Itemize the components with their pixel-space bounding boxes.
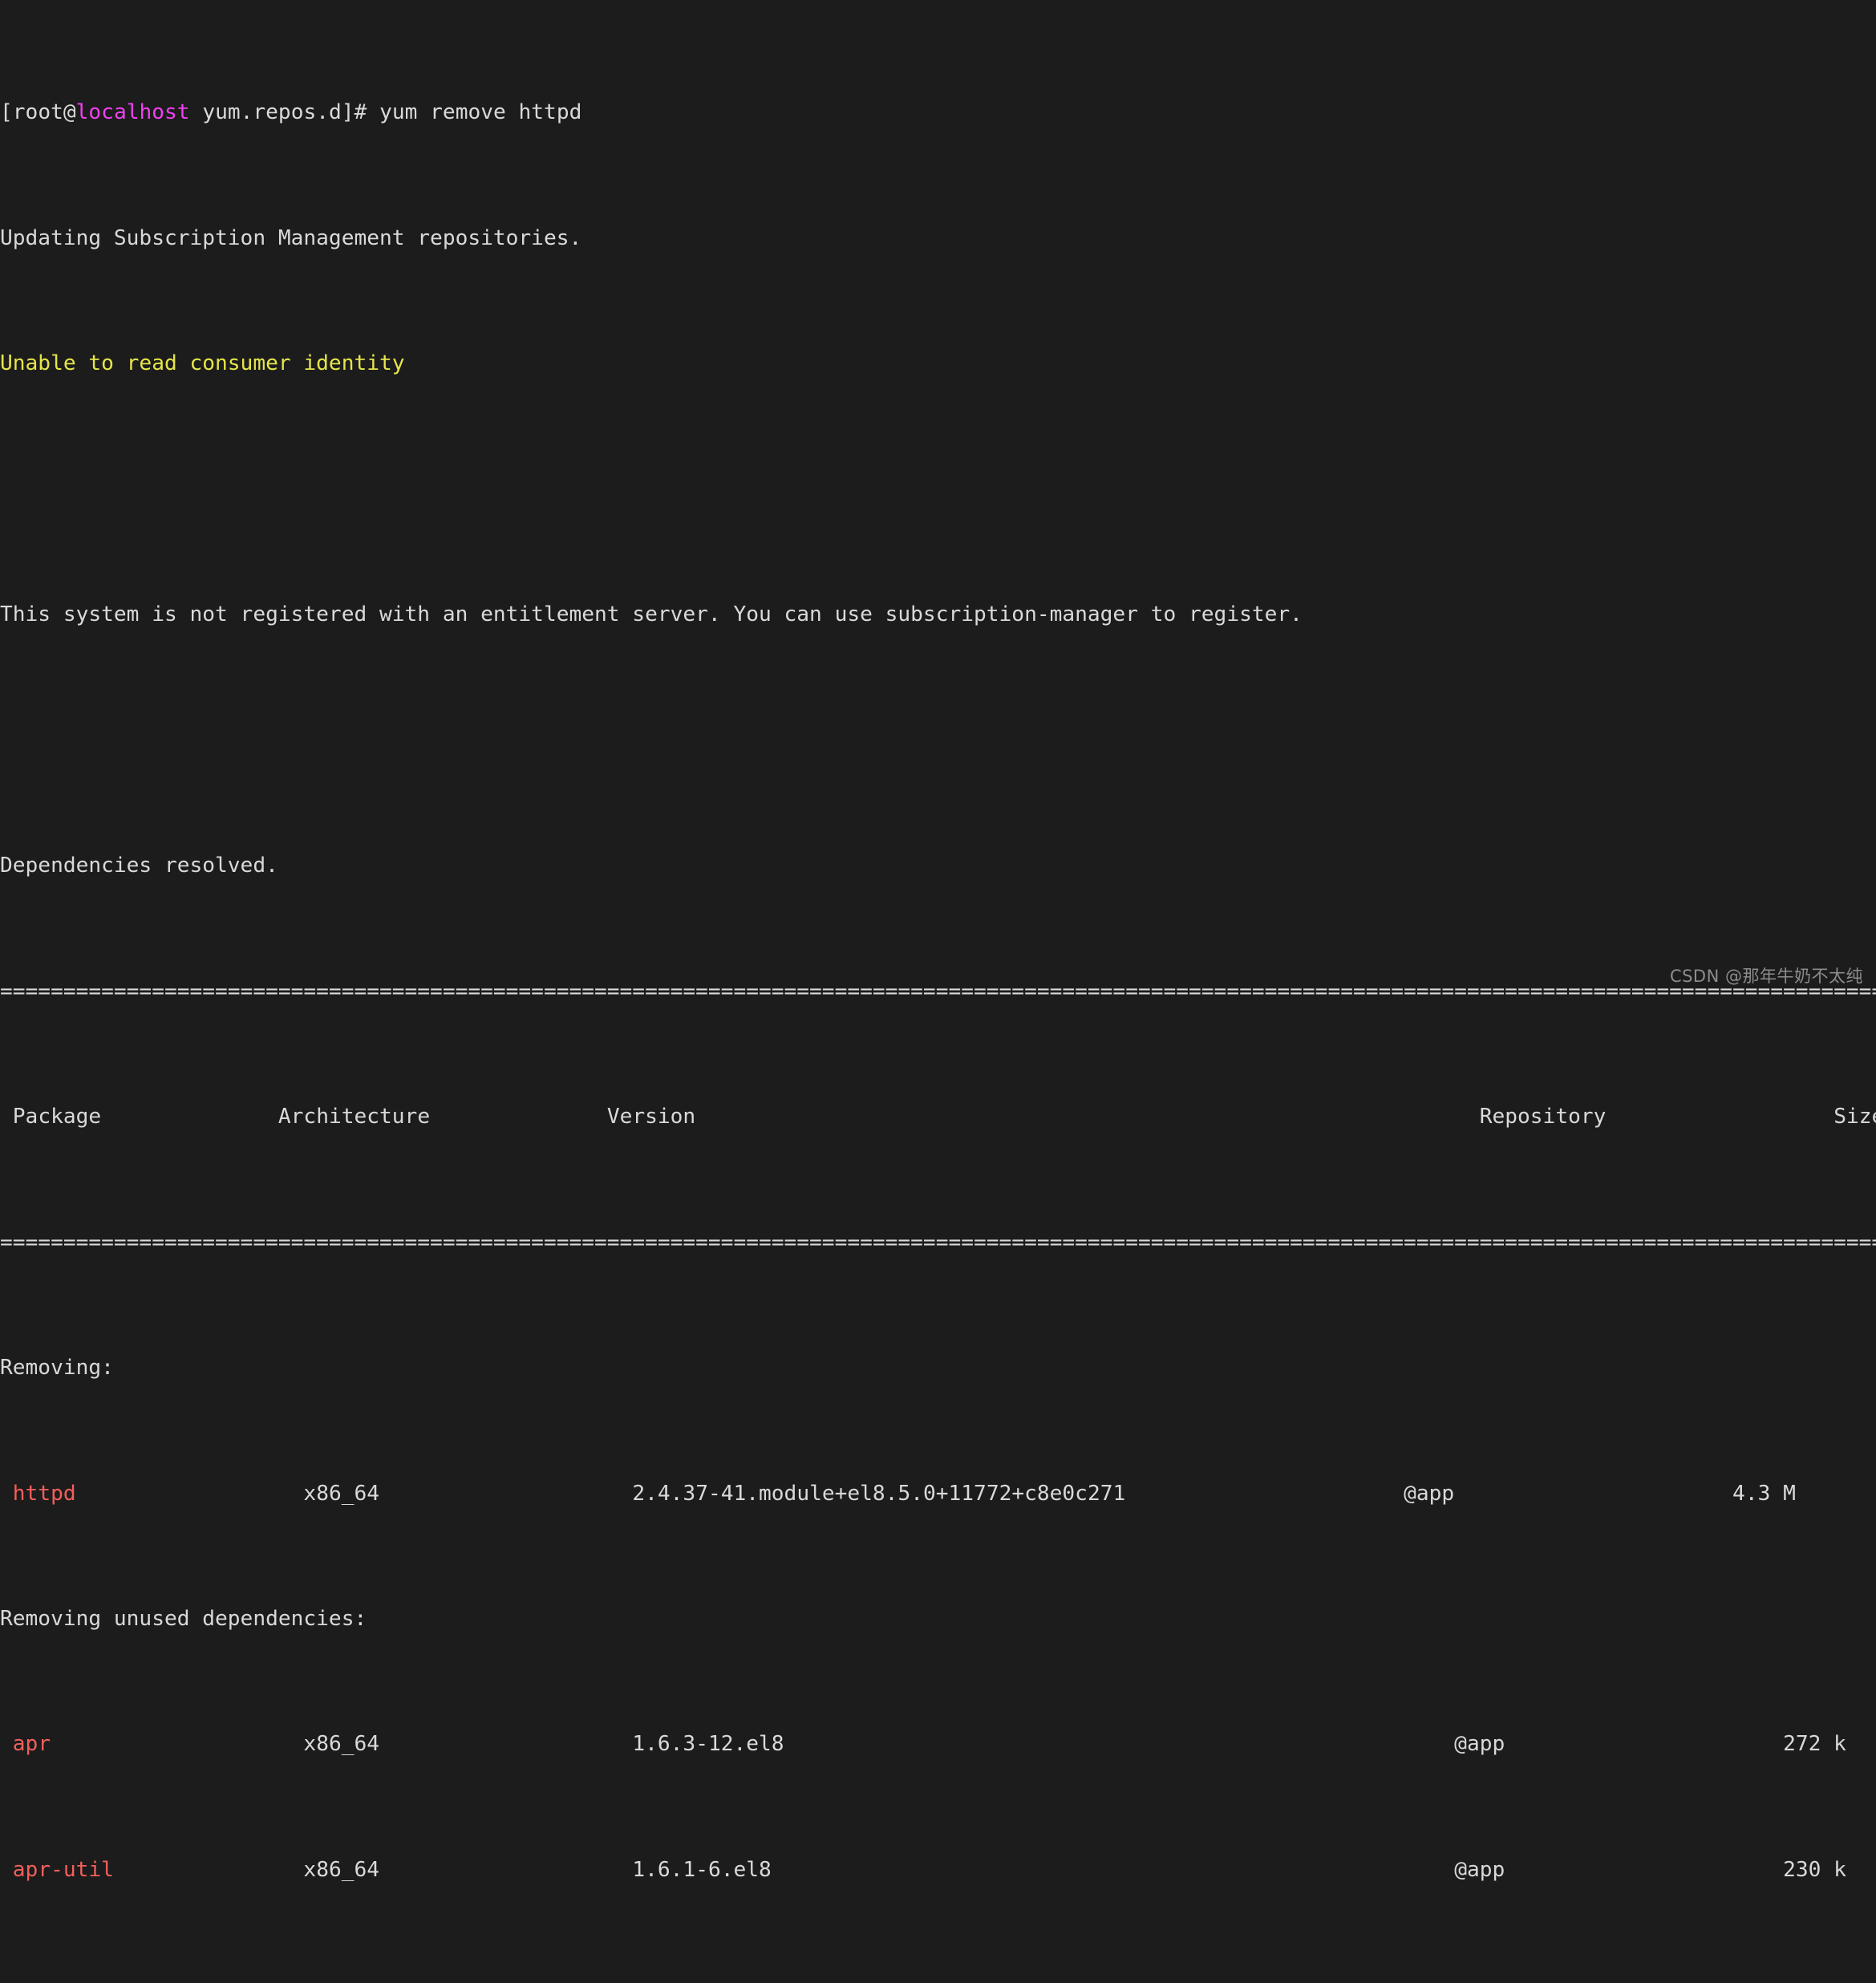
row-architecture: x86_64 xyxy=(303,1732,380,1757)
row-pad-1 xyxy=(76,1482,304,1506)
command-1-text: yum remove httpd xyxy=(379,100,582,125)
row-pad-3 xyxy=(772,1858,1454,1882)
row-architecture: x86_64 xyxy=(303,1481,380,1506)
section-removing-deps-header: Removing unused dependencies: xyxy=(0,1607,367,1631)
table-header-spacer-5 xyxy=(1606,1105,1833,1129)
prompt-host: localhost xyxy=(75,100,190,125)
row-package-name: httpd xyxy=(12,1481,76,1506)
table-header-version: Version xyxy=(606,1105,696,1129)
row-size: 4.3 M xyxy=(1732,1481,1796,1506)
row-pad-4 xyxy=(1505,1732,1783,1756)
prompt-at: @ xyxy=(63,100,76,125)
row-indent xyxy=(0,1732,13,1756)
row-pad-1 xyxy=(114,1858,304,1882)
table-header-package: Package xyxy=(12,1105,102,1129)
table-row: apr x86_64 1.6.3-12.el8 @app 272 k xyxy=(0,1732,1876,1757)
row-architecture: x86_64 xyxy=(303,1857,380,1882)
line-not-registered-1: This system is not registered with an en… xyxy=(0,602,1303,627)
row-version: 1.6.3-12.el8 xyxy=(632,1732,784,1757)
csdn-watermark: CSDN @那年牛奶不太纯 xyxy=(1669,967,1863,986)
table-header-spacer-2 xyxy=(101,1105,278,1129)
line-dependencies-resolved: Dependencies resolved. xyxy=(0,854,278,878)
prompt-bracket-open: [ xyxy=(0,100,13,125)
table-row: apr-util x86_64 1.6.1-6.el8 @app 230 k xyxy=(0,1858,1876,1883)
prompt-user: root xyxy=(12,100,63,125)
table-header-spacer-1 xyxy=(0,1105,13,1129)
row-size: 230 k xyxy=(1783,1857,1846,1882)
line-updating-subscription-1: Updating Subscription Management reposit… xyxy=(0,225,582,250)
section-removing-header: Removing: xyxy=(0,1356,114,1381)
row-pad-4 xyxy=(1505,1858,1783,1882)
line-unable-to-read-identity-1: Unable to read consumer identity xyxy=(0,351,405,376)
row-repository: @app xyxy=(1454,1732,1505,1757)
table-separator-top: ========================================… xyxy=(0,979,1876,1004)
table-header-spacer-4 xyxy=(695,1105,1480,1129)
prompt-space-2 xyxy=(367,100,379,124)
table-header-repository: Repository xyxy=(1479,1105,1607,1129)
table-header-size: Size xyxy=(1833,1105,1876,1129)
table-header-architecture: Architecture xyxy=(278,1105,431,1129)
table-header-row: Package Architecture Version Repository … xyxy=(0,1105,1876,1129)
row-package-name: apr-util xyxy=(12,1857,114,1882)
terminal-window[interactable]: [root@localhost yum.repos.d]# yum remove… xyxy=(0,0,1876,1882)
row-pad-2 xyxy=(379,1858,632,1882)
terminal-line-command-1: [root@localhost yum.repos.d]# yum remove… xyxy=(0,100,1876,125)
table-row-httpd: httpd x86_64 2.4.37-41.module+el8.5.0+11… xyxy=(0,1482,1876,1507)
row-repository: @app xyxy=(1404,1481,1455,1506)
row-indent xyxy=(0,1482,13,1506)
row-version: 2.4.37-41.module+el8.5.0+11772+c8e0c271 xyxy=(632,1481,1126,1506)
prompt-bracket-close: ]# xyxy=(341,100,367,125)
row-repository: @app xyxy=(1454,1857,1505,1882)
terminal-screen[interactable]: [root@localhost yum.repos.d]# yum remove… xyxy=(0,0,1876,1983)
row-package-name: apr xyxy=(12,1732,51,1757)
table-separator-bottom: ========================================… xyxy=(0,1230,1876,1255)
prompt-space-1 xyxy=(190,100,203,124)
row-size: 272 k xyxy=(1783,1732,1846,1757)
row-pad-4 xyxy=(1454,1482,1732,1506)
table-header-spacer-3 xyxy=(430,1105,607,1129)
row-pad-2 xyxy=(379,1732,632,1756)
prompt-cwd: yum.repos.d xyxy=(202,100,342,125)
row-indent xyxy=(0,1858,13,1882)
row-version: 1.6.1-6.el8 xyxy=(632,1857,772,1882)
row-pad-3 xyxy=(1125,1482,1404,1506)
row-pad-2 xyxy=(379,1482,632,1506)
row-pad-1 xyxy=(51,1732,303,1756)
row-pad-3 xyxy=(784,1732,1455,1756)
